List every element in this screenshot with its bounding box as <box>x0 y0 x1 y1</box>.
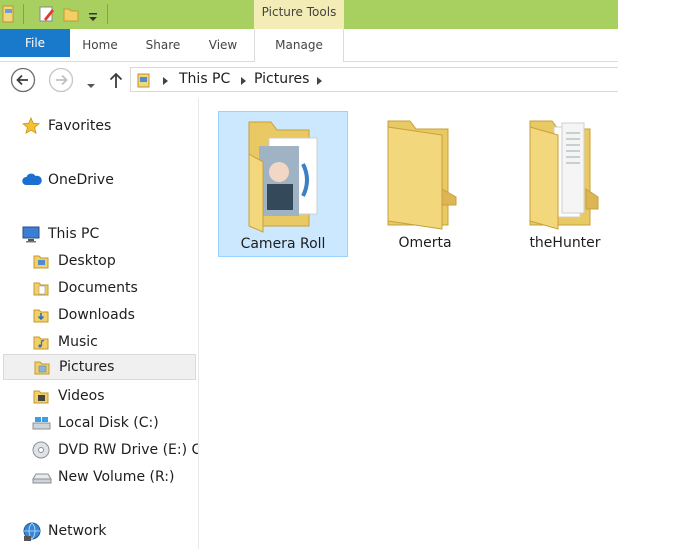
nav-item-desktop[interactable]: Desktop <box>32 249 192 273</box>
breadcrumb-separator-icon[interactable] <box>241 77 246 85</box>
star-icon <box>22 116 40 135</box>
customize-qat-chevron-icon[interactable] <box>87 8 99 27</box>
back-button[interactable] <box>10 67 36 97</box>
tab-file[interactable]: File <box>0 29 70 57</box>
nav-item-favorites[interactable]: Favorites <box>22 114 192 138</box>
computer-icon <box>22 225 40 243</box>
chevron-down-icon <box>87 84 95 88</box>
cloud-icon <box>22 171 42 189</box>
nav-item-new-volume[interactable]: New Volume (R:) <box>32 465 192 489</box>
nav-item-local-disk[interactable]: Local Disk (C:) <box>32 411 192 435</box>
tab-manage[interactable]: Manage <box>254 29 344 62</box>
nav-item-label: Downloads <box>58 307 135 323</box>
tab-home[interactable]: Home <box>72 29 128 61</box>
folder-item-camera-roll[interactable]: Camera Roll <box>218 111 348 257</box>
nav-item-pictures[interactable]: Pictures <box>3 354 196 380</box>
qat-divider <box>107 4 108 24</box>
nav-item-label: Local Disk (C:) <box>58 415 159 431</box>
arrow-up-icon <box>109 72 123 88</box>
window-edge <box>618 0 677 549</box>
nav-item-label: Music <box>58 334 98 350</box>
folder-name: Camera Roll <box>240 236 326 252</box>
nav-item-label: Pictures <box>59 359 115 375</box>
navigation-pane: Favorites OneDrive This PC Desktop Docum… <box>0 98 199 549</box>
folder-thehunter-icon <box>529 120 599 230</box>
local-disk-icon <box>32 414 51 432</box>
folder-name: theHunter <box>529 235 601 251</box>
folder-camera-roll-icon <box>248 121 318 233</box>
nav-item-label: Videos <box>58 388 105 404</box>
forward-button[interactable] <box>48 67 74 97</box>
folder-downloads-icon <box>32 306 50 324</box>
nav-item-label: Documents <box>58 280 138 296</box>
forward-arrow-icon <box>48 67 74 93</box>
breadcrumb-separator-icon[interactable] <box>163 77 168 85</box>
tab-view[interactable]: View <box>195 29 251 61</box>
folder-videos-icon <box>32 387 50 405</box>
navigation-bar: This PC Pictures <box>0 62 618 98</box>
nav-item-label: DVD RW Drive (E:) C/ <box>58 442 198 458</box>
folder-name: Omerta <box>398 235 452 251</box>
file-list: Camera Roll Omerta theHunter <box>199 98 619 549</box>
nav-item-downloads[interactable]: Downloads <box>32 303 192 327</box>
folder-music-icon <box>32 333 50 351</box>
picture-tools-context-group: Picture Tools <box>254 0 344 29</box>
nav-item-label: Desktop <box>58 253 116 269</box>
nav-item-label: New Volume (R:) <box>58 469 175 485</box>
breadcrumb-separator-icon[interactable] <box>317 77 322 85</box>
ribbon-tab-bar: File Home Share View Manage <box>0 29 618 62</box>
tab-share[interactable]: Share <box>135 29 191 61</box>
folder-pictures-icon <box>33 358 51 376</box>
dvd-drive-icon <box>32 441 50 459</box>
title-bar: Picture Tools <box>0 0 618 29</box>
nav-item-label: This PC <box>48 226 100 242</box>
nav-item-onedrive[interactable]: OneDrive <box>22 168 192 192</box>
up-button[interactable] <box>108 71 124 93</box>
drive-icon <box>32 468 52 486</box>
folder-item-omerta[interactable]: Omerta <box>360 111 490 257</box>
folder-desktop-icon <box>32 252 50 270</box>
breadcrumb-pictures[interactable]: Pictures <box>254 71 309 87</box>
nav-item-this-pc[interactable]: This PC <box>22 222 192 246</box>
nav-item-label: Favorites <box>48 118 112 134</box>
nav-item-dvd-drive[interactable]: DVD RW Drive (E:) C/ <box>32 438 198 462</box>
address-bar[interactable]: This PC Pictures <box>130 67 618 92</box>
explorer-app-icon[interactable] <box>2 5 16 27</box>
nav-item-videos[interactable]: Videos <box>32 384 192 408</box>
back-arrow-icon <box>10 67 36 93</box>
nav-item-label: OneDrive <box>48 172 114 188</box>
nav-item-network[interactable]: Network <box>22 519 192 543</box>
properties-icon[interactable] <box>38 5 56 27</box>
network-icon <box>22 522 41 541</box>
recent-locations-button[interactable] <box>86 76 96 95</box>
new-folder-icon[interactable] <box>62 5 80 27</box>
nav-item-label: Network <box>48 523 107 539</box>
folder-omerta-icon <box>387 120 457 230</box>
this-pc-location-icon <box>137 71 153 93</box>
qat-divider <box>23 4 24 24</box>
nav-item-music[interactable]: Music <box>32 330 192 354</box>
folder-item-thehunter[interactable]: theHunter <box>500 111 630 257</box>
nav-item-documents[interactable]: Documents <box>32 276 192 300</box>
breadcrumb-this-pc[interactable]: This PC <box>179 71 230 87</box>
folder-documents-icon <box>32 279 50 297</box>
